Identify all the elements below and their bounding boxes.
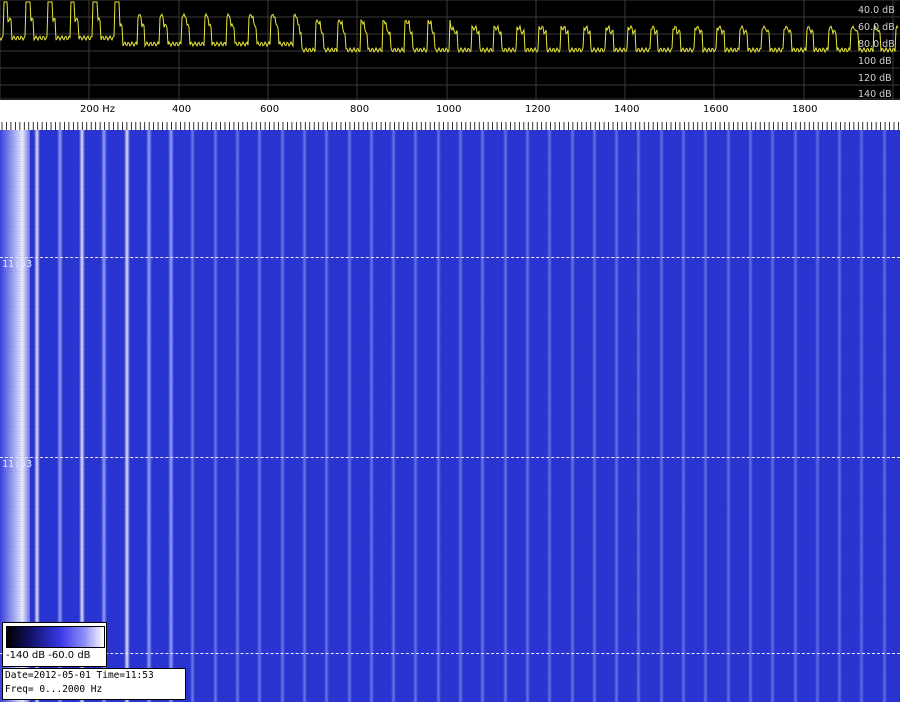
db-label-140: 140 dB [858, 89, 892, 100]
db-label-40: 40.0 dB [858, 5, 895, 16]
spectrum-trace [0, 1, 899, 54]
time-marker-line-3 [0, 653, 900, 654]
db-label-60: 60.0 dB [858, 22, 895, 33]
spectrum-grid [0, 0, 900, 100]
time-label-2: 11:53 [2, 459, 33, 470]
db-label-80: 80.0 dB [858, 39, 895, 50]
freq-label-1200: 1200 [525, 104, 550, 115]
colorbar-labels: -140 dB -60.0 dB [6, 650, 91, 661]
freq-label-1800: 1800 [792, 104, 817, 115]
frequency-axis-svg: 200 Hz 400 600 800 1000 1200 1400 1600 1… [1, 104, 899, 130]
colorbar-legend: -140 dB -60.0 dB [2, 622, 107, 667]
freq-label-1000: 1000 [436, 104, 461, 115]
spectrum-display[interactable]: 40.0 dB 60.0 dB 80.0 dB 100 dB 120 dB 14… [0, 0, 900, 100]
db-scale: 40.0 dB 60.0 dB 80.0 dB 100 dB 120 dB 14… [858, 5, 895, 100]
waterfall-noise [0, 130, 900, 702]
db-label-100: 100 dB [858, 56, 892, 67]
time-marker-line-2 [0, 457, 900, 458]
freq-label-400: 400 [172, 104, 191, 115]
info-date-time: Date=2012-05-01 Time=11:53 [5, 670, 154, 681]
colorbar-max-label: -60.0 dB [48, 650, 91, 661]
colorbar-min-label: -140 dB [6, 650, 46, 661]
freq-label-800: 800 [350, 104, 369, 115]
frequency-axis: 200 Hz 400 600 800 1000 1200 1400 1600 1… [0, 100, 900, 130]
freq-label-1400: 1400 [614, 104, 639, 115]
waterfall-display[interactable]: 11:53 11:53 [0, 130, 900, 702]
freq-label-600: 600 [260, 104, 279, 115]
frequency-ticks [1, 122, 899, 130]
freq-label-1600: 1600 [703, 104, 728, 115]
freq-label-200: 200 Hz [80, 104, 115, 115]
info-box: Date=2012-05-01 Time=11:53 Freq= 0...200… [2, 668, 186, 700]
time-marker-line-1 [0, 257, 900, 258]
colorbar-gradient [6, 626, 105, 648]
db-label-120: 120 dB [858, 73, 892, 84]
spectrum-plot: 40.0 dB 60.0 dB 80.0 dB 100 dB 120 dB 14… [0, 0, 900, 100]
time-label-1: 11:53 [2, 259, 33, 270]
info-frequency-range: Freq= 0...2000 Hz [5, 684, 103, 695]
